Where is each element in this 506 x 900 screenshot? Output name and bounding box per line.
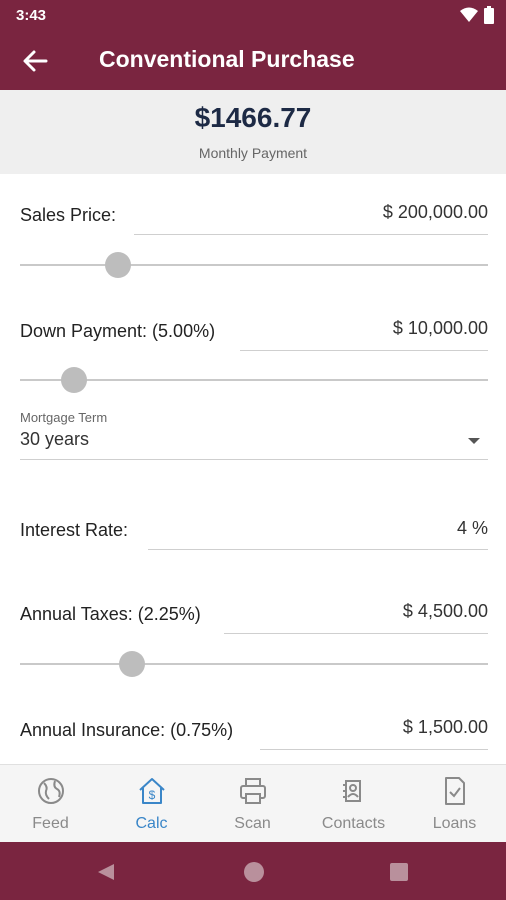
annual-insurance-input[interactable]: $ 1,500.00 (403, 717, 488, 738)
nav-label-calc: Calc (135, 815, 168, 832)
nav-item-calc[interactable]: $ Calc (101, 765, 202, 843)
nav-label-feed: Feed (32, 815, 69, 832)
mortgage-term-label: Mortgage Term (20, 410, 108, 425)
nav-item-scan[interactable]: Scan (202, 765, 303, 843)
annual-taxes-label: Annual Taxes: (2.25%) (20, 604, 201, 624)
nav-label-contacts: Contacts (321, 815, 386, 832)
nav-item-loans[interactable]: Loans (404, 765, 505, 843)
annual-insurance-row: Annual Insurance: (0.75%) $ 1,500.00 (20, 715, 488, 751)
payment-summary: $1466.77 Monthly Payment (0, 90, 506, 174)
sales-price-slider[interactable] (20, 251, 488, 279)
nav-item-contacts[interactable]: Contacts (303, 765, 404, 843)
sales-price-input[interactable]: $ 200,000.00 (383, 202, 488, 223)
house-dollar-icon: $ (139, 778, 165, 804)
sales-price-label: Sales Price: (20, 205, 117, 225)
app-bar: Conventional Purchase (0, 32, 506, 90)
annual-insurance-underline (260, 749, 488, 750)
home-circle-icon[interactable] (242, 860, 266, 884)
slider-track (20, 264, 488, 266)
sales-price-row: Sales Price: $ 200,000.00 (20, 200, 488, 236)
annual-taxes-slider[interactable] (20, 650, 488, 678)
interest-rate-row: Interest Rate: 4 % (20, 516, 488, 552)
down-payment-label: Down Payment: (5.00%) (20, 321, 216, 341)
system-nav-bar (0, 842, 506, 900)
sales-price-underline (134, 234, 488, 235)
annual-taxes-row: Annual Taxes: (2.25%) $ 4,500.00 (20, 599, 488, 635)
status-icons (460, 6, 494, 24)
globe-icon (38, 778, 64, 804)
nav-label-loans: Loans (432, 815, 477, 832)
mortgage-term-value: 30 years (20, 429, 90, 449)
back-arrow-icon (23, 50, 48, 72)
document-check-icon (445, 777, 465, 805)
calculator-form: Sales Price: $ 200,000.00 Down Payment: … (0, 174, 506, 764)
svg-text:$: $ (149, 788, 156, 802)
status-time: 3:43 (16, 7, 47, 24)
nav-label-scan: Scan (234, 815, 271, 832)
page-title: Conventional Purchase (99, 46, 355, 72)
contacts-icon (343, 780, 361, 802)
annual-taxes-input[interactable]: $ 4,500.00 (403, 601, 488, 622)
nav-item-feed[interactable]: Feed (0, 765, 101, 843)
interest-rate-underline (148, 549, 488, 550)
battery-icon (484, 6, 494, 24)
chevron-down-icon (468, 438, 480, 444)
down-payment-slider[interactable] (20, 366, 488, 394)
annual-taxes-underline (224, 633, 488, 634)
mortgage-term-underline (20, 459, 488, 460)
slider-track (20, 379, 488, 381)
slider-track (20, 663, 488, 665)
down-payment-input[interactable]: $ 10,000.00 (393, 318, 488, 339)
wifi-icon (460, 7, 478, 22)
status-bar: 3:43 (0, 0, 506, 32)
bottom-nav: Feed $ Calc Scan Contacts Loans (0, 764, 506, 842)
slider-thumb[interactable] (60, 367, 87, 393)
annual-insurance-label: Annual Insurance: (0.75%) (20, 720, 234, 740)
monthly-payment-amount: $1466.77 (194, 102, 312, 133)
interest-rate-input[interactable]: 4 % (457, 518, 488, 539)
monthly-payment-label: Monthly Payment (198, 145, 308, 161)
down-payment-underline (240, 350, 488, 351)
slider-thumb[interactable] (119, 651, 146, 677)
printer-icon (240, 778, 266, 804)
interest-rate-label: Interest Rate: (20, 520, 129, 540)
recents-square-icon[interactable] (389, 862, 409, 882)
back-button[interactable] (20, 46, 50, 76)
mortgage-term-select[interactable]: Mortgage Term 30 years (20, 410, 488, 462)
slider-thumb[interactable] (105, 252, 132, 278)
down-payment-row: Down Payment: (5.00%) $ 10,000.00 (20, 316, 488, 352)
back-triangle-icon[interactable] (96, 862, 116, 882)
